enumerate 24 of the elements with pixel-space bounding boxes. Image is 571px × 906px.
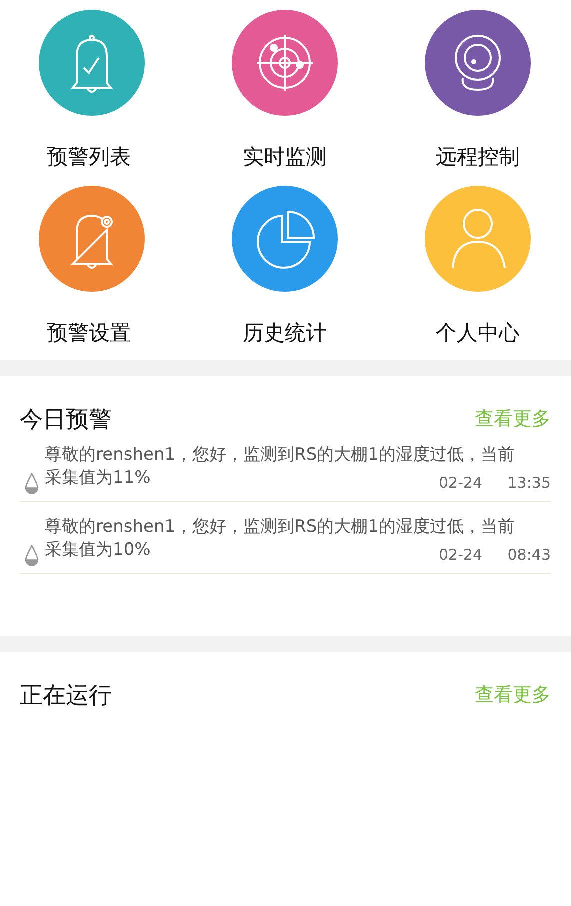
- water-drop-icon: [24, 545, 40, 567]
- section-title: 正在运行: [20, 682, 112, 710]
- menu-label[interactable]: 实时监测: [243, 142, 327, 172]
- pie-chart-icon[interactable]: [232, 186, 338, 292]
- section-title: 今日预警: [20, 406, 112, 434]
- bell-icon[interactable]: [39, 10, 145, 116]
- bell-gear-icon[interactable]: [39, 186, 145, 292]
- webcam-icon[interactable]: [425, 10, 531, 116]
- person-icon[interactable]: [425, 186, 531, 292]
- alert-time: 13:35: [508, 474, 551, 492]
- radar-icon[interactable]: [232, 10, 338, 116]
- alert-message-continuation[interactable]: 采集值为10%: [45, 539, 151, 562]
- alert-time: 08:43: [508, 546, 551, 564]
- menu-label[interactable]: 远程控制: [436, 142, 520, 172]
- alert-message-continuation[interactable]: 采集值为11%: [45, 467, 151, 490]
- menu-label[interactable]: 预警列表: [47, 142, 131, 172]
- alert-date: 02-24: [439, 474, 483, 492]
- menu-label[interactable]: 个人中心: [436, 318, 520, 348]
- menu-label[interactable]: 预警设置: [47, 318, 131, 348]
- alert-date: 02-24: [439, 546, 483, 564]
- menu-label[interactable]: 历史统计: [243, 318, 327, 348]
- alert-message[interactable]: 尊敬的renshen1，您好，监测到RS的大棚1的湿度过低，当前: [45, 444, 515, 467]
- alert-message[interactable]: 尊敬的renshen1，您好，监测到RS的大棚1的湿度过低，当前: [45, 516, 515, 539]
- water-drop-icon: [24, 473, 40, 495]
